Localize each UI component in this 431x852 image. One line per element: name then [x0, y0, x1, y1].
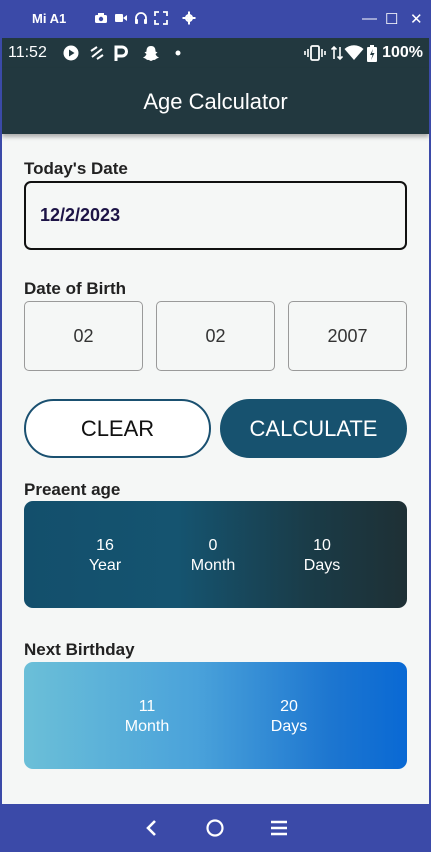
back-icon[interactable]	[144, 818, 160, 838]
close-window-button[interactable]: ✕	[410, 10, 423, 28]
next-birthday-days: 20 Days	[249, 697, 329, 737]
dob-day-input[interactable]: 02	[24, 301, 143, 371]
dob-year-input[interactable]: 2007	[288, 301, 407, 371]
next-birthday-months: 11 Month	[107, 697, 187, 737]
settings-icon[interactable]	[182, 11, 196, 25]
data-icon	[331, 45, 343, 61]
menu-icon[interactable]	[270, 818, 288, 838]
next-birthday-label: Next Birthday	[24, 640, 135, 659]
snapchat-icon	[143, 46, 159, 61]
wifi-icon	[344, 45, 364, 60]
fullscreen-icon[interactable]	[154, 11, 168, 25]
vibrate-icon	[304, 45, 326, 61]
todays-date-field[interactable]: 12/2/2023	[24, 181, 407, 250]
age-years-unit: Year	[88, 557, 122, 574]
home-icon[interactable]	[205, 818, 225, 838]
next-birthday-months-unit: Month	[124, 718, 170, 735]
app-title: Age Calculator	[143, 89, 288, 114]
minimize-button[interactable]: —	[362, 10, 377, 27]
battery-percent: 100%	[382, 44, 423, 61]
clear-button[interactable]: CLEAR	[24, 399, 211, 458]
app-bar: Age Calculator	[2, 68, 429, 134]
phone-screen: 11:52 100% Age Calculator Today's Date 1…	[2, 38, 429, 852]
present-age-card: 16 Year 0 Month 10 Days	[24, 501, 407, 608]
next-birthday-days-unit: Days	[270, 718, 308, 735]
age-days-unit: Days	[303, 557, 341, 574]
dob-month-input[interactable]: 02	[156, 301, 275, 371]
age-days: 10 Days	[282, 536, 362, 576]
video-icon[interactable]	[114, 11, 128, 25]
navigation-bar	[2, 804, 429, 852]
age-months-value: 0	[208, 537, 218, 554]
next-birthday-days-value: 20	[280, 698, 298, 715]
camera-icon[interactable]	[94, 11, 108, 25]
window-title: Mi A1	[32, 11, 67, 26]
status-bar: 11:52 100%	[2, 38, 429, 68]
status-time: 11:52	[8, 44, 47, 61]
todays-date-value: 12/2/2023	[40, 205, 121, 225]
dot-icon	[175, 50, 181, 56]
link-icon	[90, 46, 104, 60]
headset-icon[interactable]	[134, 11, 148, 25]
age-months: 0 Month	[173, 536, 253, 576]
age-years-value: 16	[96, 537, 114, 554]
play-icon	[63, 45, 79, 61]
age-months-unit: Month	[190, 557, 236, 574]
emulator-title-bar: Mi A1 — ☐ ✕	[0, 0, 431, 38]
next-birthday-months-value: 11	[138, 698, 156, 715]
calculate-button[interactable]: CALCULATE	[220, 399, 407, 458]
todays-date-label: Today's Date	[24, 159, 128, 178]
next-birthday-card: 11 Month 20 Days	[24, 662, 407, 769]
age-days-value: 10	[313, 537, 331, 554]
age-years: 16 Year	[65, 536, 145, 576]
battery-icon	[367, 45, 377, 62]
maximize-button[interactable]: ☐	[385, 10, 398, 28]
p-icon	[114, 45, 128, 61]
date-of-birth-label: Date of Birth	[24, 279, 126, 298]
present-age-label: Preaent age	[24, 480, 121, 499]
